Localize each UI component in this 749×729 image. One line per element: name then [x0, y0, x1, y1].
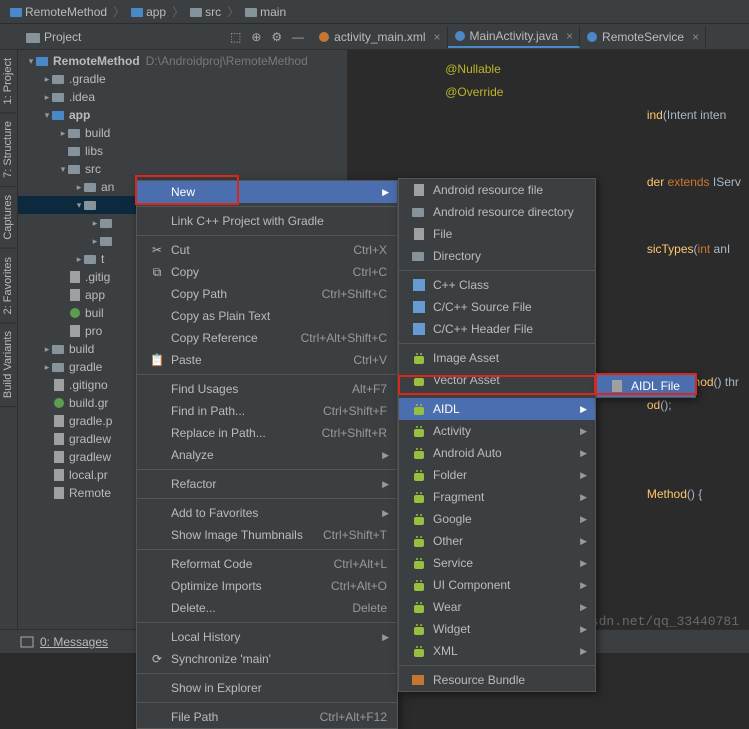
- collapse-icon[interactable]: ⬚: [230, 30, 241, 44]
- menu-item[interactable]: Google▶: [399, 508, 595, 530]
- menu-item[interactable]: File: [399, 223, 595, 245]
- breadcrumb-item[interactable]: app: [127, 5, 170, 19]
- tree-row[interactable]: ▸build: [18, 124, 347, 142]
- menu-item[interactable]: Delete...Delete: [137, 597, 397, 619]
- menu-item[interactable]: Find UsagesAlt+F7: [137, 378, 397, 400]
- close-icon[interactable]: ×: [688, 30, 699, 44]
- context-menu-new[interactable]: Android resource fileAndroid resource di…: [398, 178, 596, 692]
- tree-row[interactable]: ▾RemoteMethodD:\Androidproj\RemoteMethod: [18, 52, 347, 70]
- breadcrumb-item[interactable]: src: [186, 5, 225, 19]
- sidebar-vertical-tab[interactable]: Build Variants: [0, 323, 16, 407]
- menu-item[interactable]: Resource Bundle: [399, 669, 595, 691]
- menu-item[interactable]: C++ Class: [399, 274, 595, 296]
- code-line: ind(Intent inten: [378, 104, 749, 127]
- code-line: @Override: [378, 81, 749, 104]
- menu-item[interactable]: Show Image ThumbnailsCtrl+Shift+T: [137, 524, 397, 546]
- menu-item[interactable]: Show in Explorer: [137, 677, 397, 699]
- menu-item[interactable]: ✂CutCtrl+X: [137, 239, 397, 261]
- menu-item[interactable]: Link C++ Project with Gradle: [137, 210, 397, 232]
- menu-item[interactable]: Local History▶: [137, 626, 397, 648]
- tree-row[interactable]: ▸.gradle: [18, 70, 347, 88]
- editor-tab[interactable]: RemoteService×: [580, 26, 706, 48]
- menu-item[interactable]: File PathCtrl+Alt+F12: [137, 706, 397, 728]
- menu-item[interactable]: AIDL▶: [399, 398, 595, 420]
- menu-item[interactable]: Folder▶: [399, 464, 595, 486]
- sidebar-vertical-tab[interactable]: 1: Project: [0, 50, 16, 113]
- menu-item[interactable]: C/C++ Header File: [399, 318, 595, 340]
- tree-row[interactable]: libs: [18, 142, 347, 160]
- menu-item[interactable]: Reformat CodeCtrl+Alt+L: [137, 553, 397, 575]
- menu-item[interactable]: Activity▶: [399, 420, 595, 442]
- breadcrumb-item[interactable]: main: [241, 5, 290, 19]
- menu-item[interactable]: Copy PathCtrl+Shift+C: [137, 283, 397, 305]
- menu-item[interactable]: Service▶: [399, 552, 595, 574]
- target-icon[interactable]: ⊕: [251, 30, 261, 44]
- menu-item[interactable]: Optimize ImportsCtrl+Alt+O: [137, 575, 397, 597]
- menu-item[interactable]: Copy as Plain Text: [137, 305, 397, 327]
- menu-item[interactable]: ⟳Synchronize 'main': [137, 648, 397, 670]
- sidebar-vertical-tab[interactable]: Captures: [0, 187, 16, 249]
- menu-item[interactable]: Android resource file: [399, 179, 595, 201]
- project-icon: [26, 30, 40, 44]
- breadcrumb-item[interactable]: RemoteMethod: [6, 5, 111, 19]
- sidebar-vertical-tab[interactable]: 7: Structure: [0, 113, 16, 187]
- menu-item[interactable]: Refactor▶: [137, 473, 397, 495]
- menu-item[interactable]: ⧉CopyCtrl+C: [137, 261, 397, 283]
- tree-row[interactable]: ▾app: [18, 106, 347, 124]
- gear-icon[interactable]: ⚙: [271, 30, 282, 44]
- menu-item[interactable]: Wear▶: [399, 596, 595, 618]
- menu-item[interactable]: Image Asset: [399, 347, 595, 369]
- menu-item[interactable]: AIDL File: [597, 375, 695, 397]
- menu-item[interactable]: Add to Favorites▶: [137, 502, 397, 524]
- menu-item[interactable]: C/C++ Source File: [399, 296, 595, 318]
- tree-row[interactable]: ▸.idea: [18, 88, 347, 106]
- code-line: @Nullable: [378, 58, 749, 81]
- project-panel-title: Project: [44, 30, 81, 44]
- editor-tab[interactable]: MainActivity.java×: [448, 26, 581, 48]
- menu-item[interactable]: Vector Asset: [399, 369, 595, 391]
- menu-item[interactable]: Replace in Path...Ctrl+Shift+R: [137, 422, 397, 444]
- context-menu-1[interactable]: New▶ Link C++ Project with Gradle ✂CutCtrl…: [136, 180, 398, 729]
- menu-item[interactable]: Directory: [399, 245, 595, 267]
- toolbar-row: Project ⬚ ⊕ ⚙ — activity_main.xml×MainAc…: [0, 24, 749, 50]
- menu-item[interactable]: XML▶: [399, 640, 595, 662]
- menu-item[interactable]: New▶: [137, 181, 397, 203]
- menu-item[interactable]: Android Auto▶: [399, 442, 595, 464]
- menu-item[interactable]: Analyze▶: [137, 444, 397, 466]
- sidebar-vertical-tab[interactable]: 2: Favorites: [0, 249, 16, 323]
- close-icon[interactable]: ×: [562, 29, 573, 43]
- menu-item[interactable]: 📋PasteCtrl+V: [137, 349, 397, 371]
- code-line: [378, 149, 749, 171]
- editor-tab[interactable]: activity_main.xml×: [312, 26, 447, 48]
- context-menu-aidl[interactable]: AIDL File: [596, 374, 696, 398]
- breadcrumb-bar: RemoteMethod〉app〉src〉main: [0, 0, 749, 24]
- close-icon[interactable]: ×: [430, 30, 441, 44]
- code-line: [378, 127, 749, 149]
- tree-row[interactable]: ▾src: [18, 160, 347, 178]
- messages-tab[interactable]: 0: Messages: [40, 635, 108, 649]
- menu-item[interactable]: Find in Path...Ctrl+Shift+F: [137, 400, 397, 422]
- menu-item[interactable]: Android resource directory: [399, 201, 595, 223]
- menu-item[interactable]: Other▶: [399, 530, 595, 552]
- menu-item[interactable]: UI Component▶: [399, 574, 595, 596]
- menu-item[interactable]: Fragment▶: [399, 486, 595, 508]
- messages-icon[interactable]: [20, 635, 34, 649]
- menu-item[interactable]: Copy ReferenceCtrl+Alt+Shift+C: [137, 327, 397, 349]
- menu-item[interactable]: Widget▶: [399, 618, 595, 640]
- hide-icon[interactable]: —: [292, 30, 304, 44]
